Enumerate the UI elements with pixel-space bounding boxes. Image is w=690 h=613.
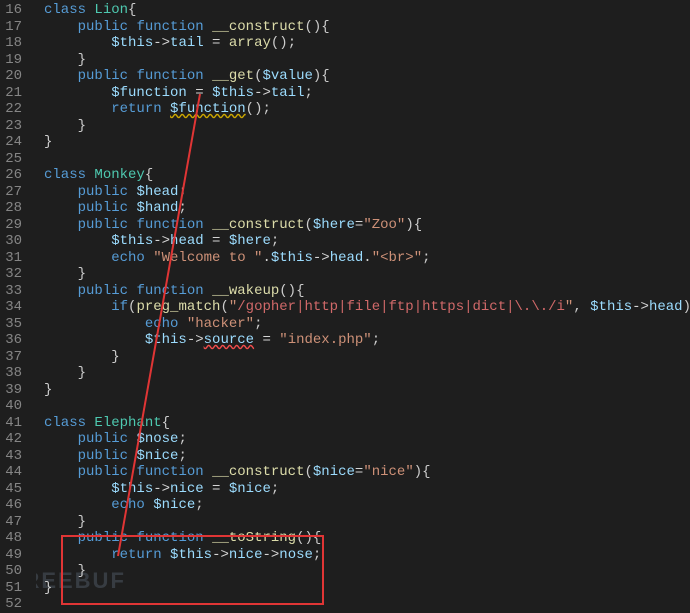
line-number-gutter: 16 17 18 19 20 21 22 23 24 25 26 27 28 2…: [0, 0, 36, 612]
code-content[interactable]: class Lion{ public function __construct(…: [36, 0, 690, 612]
code-editor[interactable]: 16 17 18 19 20 21 22 23 24 25 26 27 28 2…: [0, 0, 690, 612]
